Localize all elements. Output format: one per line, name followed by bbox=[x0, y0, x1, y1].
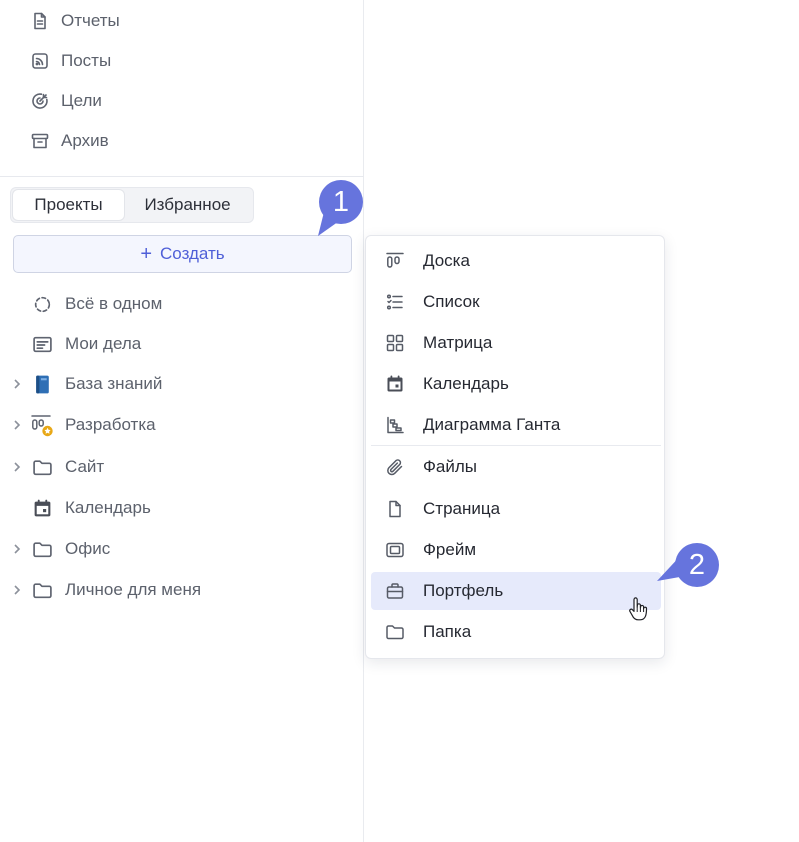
sidebar-tabs: Проекты Избранное bbox=[10, 187, 254, 223]
folder-icon bbox=[30, 455, 54, 479]
menu-item-list[interactable]: Список bbox=[371, 283, 661, 321]
board-star-icon bbox=[30, 413, 54, 437]
board-icon bbox=[384, 250, 406, 272]
menu-item-matrix[interactable]: Матрица bbox=[371, 324, 661, 362]
project-item-calendar[interactable]: Календарь bbox=[10, 493, 151, 523]
menu-item-page[interactable]: Страница bbox=[371, 490, 661, 528]
chevron-right-icon[interactable] bbox=[10, 377, 24, 391]
menu-item-label: Доска bbox=[423, 251, 470, 270]
menu-item-portfolio[interactable]: Портфель bbox=[371, 572, 661, 610]
gantt-icon bbox=[384, 414, 406, 436]
menu-item-label: Матрица bbox=[423, 333, 493, 352]
callout-number: 2 bbox=[688, 548, 706, 581]
callout-badge-1: 1 bbox=[319, 180, 363, 224]
folder-icon bbox=[30, 578, 54, 602]
archive-icon bbox=[28, 129, 52, 153]
chevron-right-icon[interactable] bbox=[10, 460, 24, 474]
project-item-all-in-one[interactable]: Всё в одном bbox=[10, 289, 162, 319]
menu-item-gantt[interactable]: Диаграмма Ганта bbox=[371, 406, 661, 444]
nav-item-archive[interactable]: Архив bbox=[28, 126, 109, 156]
menu-item-label: Портфель bbox=[423, 581, 504, 600]
project-item-my-tasks[interactable]: Мои дела bbox=[10, 329, 141, 359]
menu-item-board[interactable]: Доска bbox=[371, 242, 661, 280]
chevron-right-icon[interactable] bbox=[10, 542, 24, 556]
paperclip-icon bbox=[384, 456, 406, 478]
menu-divider bbox=[371, 445, 661, 446]
tab-favorites[interactable]: Избранное bbox=[124, 190, 251, 220]
project-label: Личное для меня bbox=[65, 580, 202, 599]
project-item-site[interactable]: Сайт bbox=[10, 452, 104, 482]
menu-item-label: Страница bbox=[423, 499, 501, 518]
chevron-right-icon[interactable] bbox=[10, 583, 24, 597]
menu-item-label: Диаграмма Ганта bbox=[423, 415, 561, 434]
menu-item-calendar[interactable]: Календарь bbox=[371, 365, 661, 403]
calendar-icon bbox=[384, 373, 406, 395]
frame-icon bbox=[384, 539, 406, 561]
nav-item-label: Цели bbox=[61, 91, 102, 110]
page-icon bbox=[384, 498, 406, 520]
plus-icon: + bbox=[140, 243, 153, 265]
menu-item-label: Фрейм bbox=[423, 540, 477, 559]
sidebar: Отчеты Посты Цели Архив Проекты Избранно… bbox=[0, 0, 364, 842]
menu-item-label: Папка bbox=[423, 622, 472, 641]
callout-number: 1 bbox=[332, 185, 350, 218]
nav-item-label: Отчеты bbox=[61, 11, 120, 30]
calendar-icon bbox=[30, 496, 54, 520]
my-tasks-icon bbox=[30, 332, 54, 356]
sidebar-divider bbox=[0, 176, 364, 177]
briefcase-icon bbox=[384, 580, 406, 602]
project-item-knowledge-base[interactable]: База знаний bbox=[10, 369, 162, 399]
rss-icon bbox=[28, 49, 52, 73]
report-icon bbox=[28, 9, 52, 33]
project-label: База знаний bbox=[65, 374, 163, 393]
create-button-label: Создать bbox=[160, 244, 225, 263]
matrix-icon bbox=[384, 332, 406, 354]
project-label: Сайт bbox=[65, 457, 105, 476]
project-label: Мои дела bbox=[65, 334, 142, 353]
menu-item-files[interactable]: Файлы bbox=[371, 448, 661, 486]
menu-item-label: Календарь bbox=[423, 374, 509, 393]
project-item-office[interactable]: Офис bbox=[10, 534, 110, 564]
nav-item-posts[interactable]: Посты bbox=[28, 46, 111, 76]
list-icon bbox=[384, 291, 406, 313]
callout-badge-2: 2 bbox=[675, 543, 719, 587]
book-icon bbox=[30, 372, 54, 396]
nav-item-label: Посты bbox=[61, 51, 112, 70]
create-dropdown-menu: Доска Список Матрица Календарь Диаграмма… bbox=[365, 235, 665, 659]
project-label: Всё в одном bbox=[65, 294, 163, 313]
menu-item-label: Файлы bbox=[423, 457, 478, 476]
folder-icon bbox=[384, 621, 406, 643]
project-label: Офис bbox=[65, 539, 111, 558]
all-in-one-icon bbox=[30, 292, 54, 316]
target-icon bbox=[28, 89, 52, 113]
nav-item-goals[interactable]: Цели bbox=[28, 86, 102, 116]
project-label: Календарь bbox=[65, 498, 151, 517]
project-label: Разработка bbox=[65, 415, 156, 434]
chevron-right-icon[interactable] bbox=[10, 418, 24, 432]
menu-item-folder[interactable]: Папка bbox=[371, 613, 661, 651]
create-button[interactable]: + Создать bbox=[13, 235, 352, 273]
project-item-development[interactable]: Разработка bbox=[10, 410, 156, 440]
menu-item-label: Список bbox=[423, 292, 480, 311]
tab-projects[interactable]: Проекты bbox=[13, 190, 125, 220]
project-item-personal[interactable]: Личное для меня bbox=[10, 575, 201, 605]
nav-item-reports[interactable]: Отчеты bbox=[28, 6, 120, 36]
hand-cursor-icon bbox=[629, 597, 648, 621]
folder-icon bbox=[30, 537, 54, 561]
nav-item-label: Архив bbox=[61, 131, 109, 150]
menu-item-frame[interactable]: Фрейм bbox=[371, 531, 661, 569]
